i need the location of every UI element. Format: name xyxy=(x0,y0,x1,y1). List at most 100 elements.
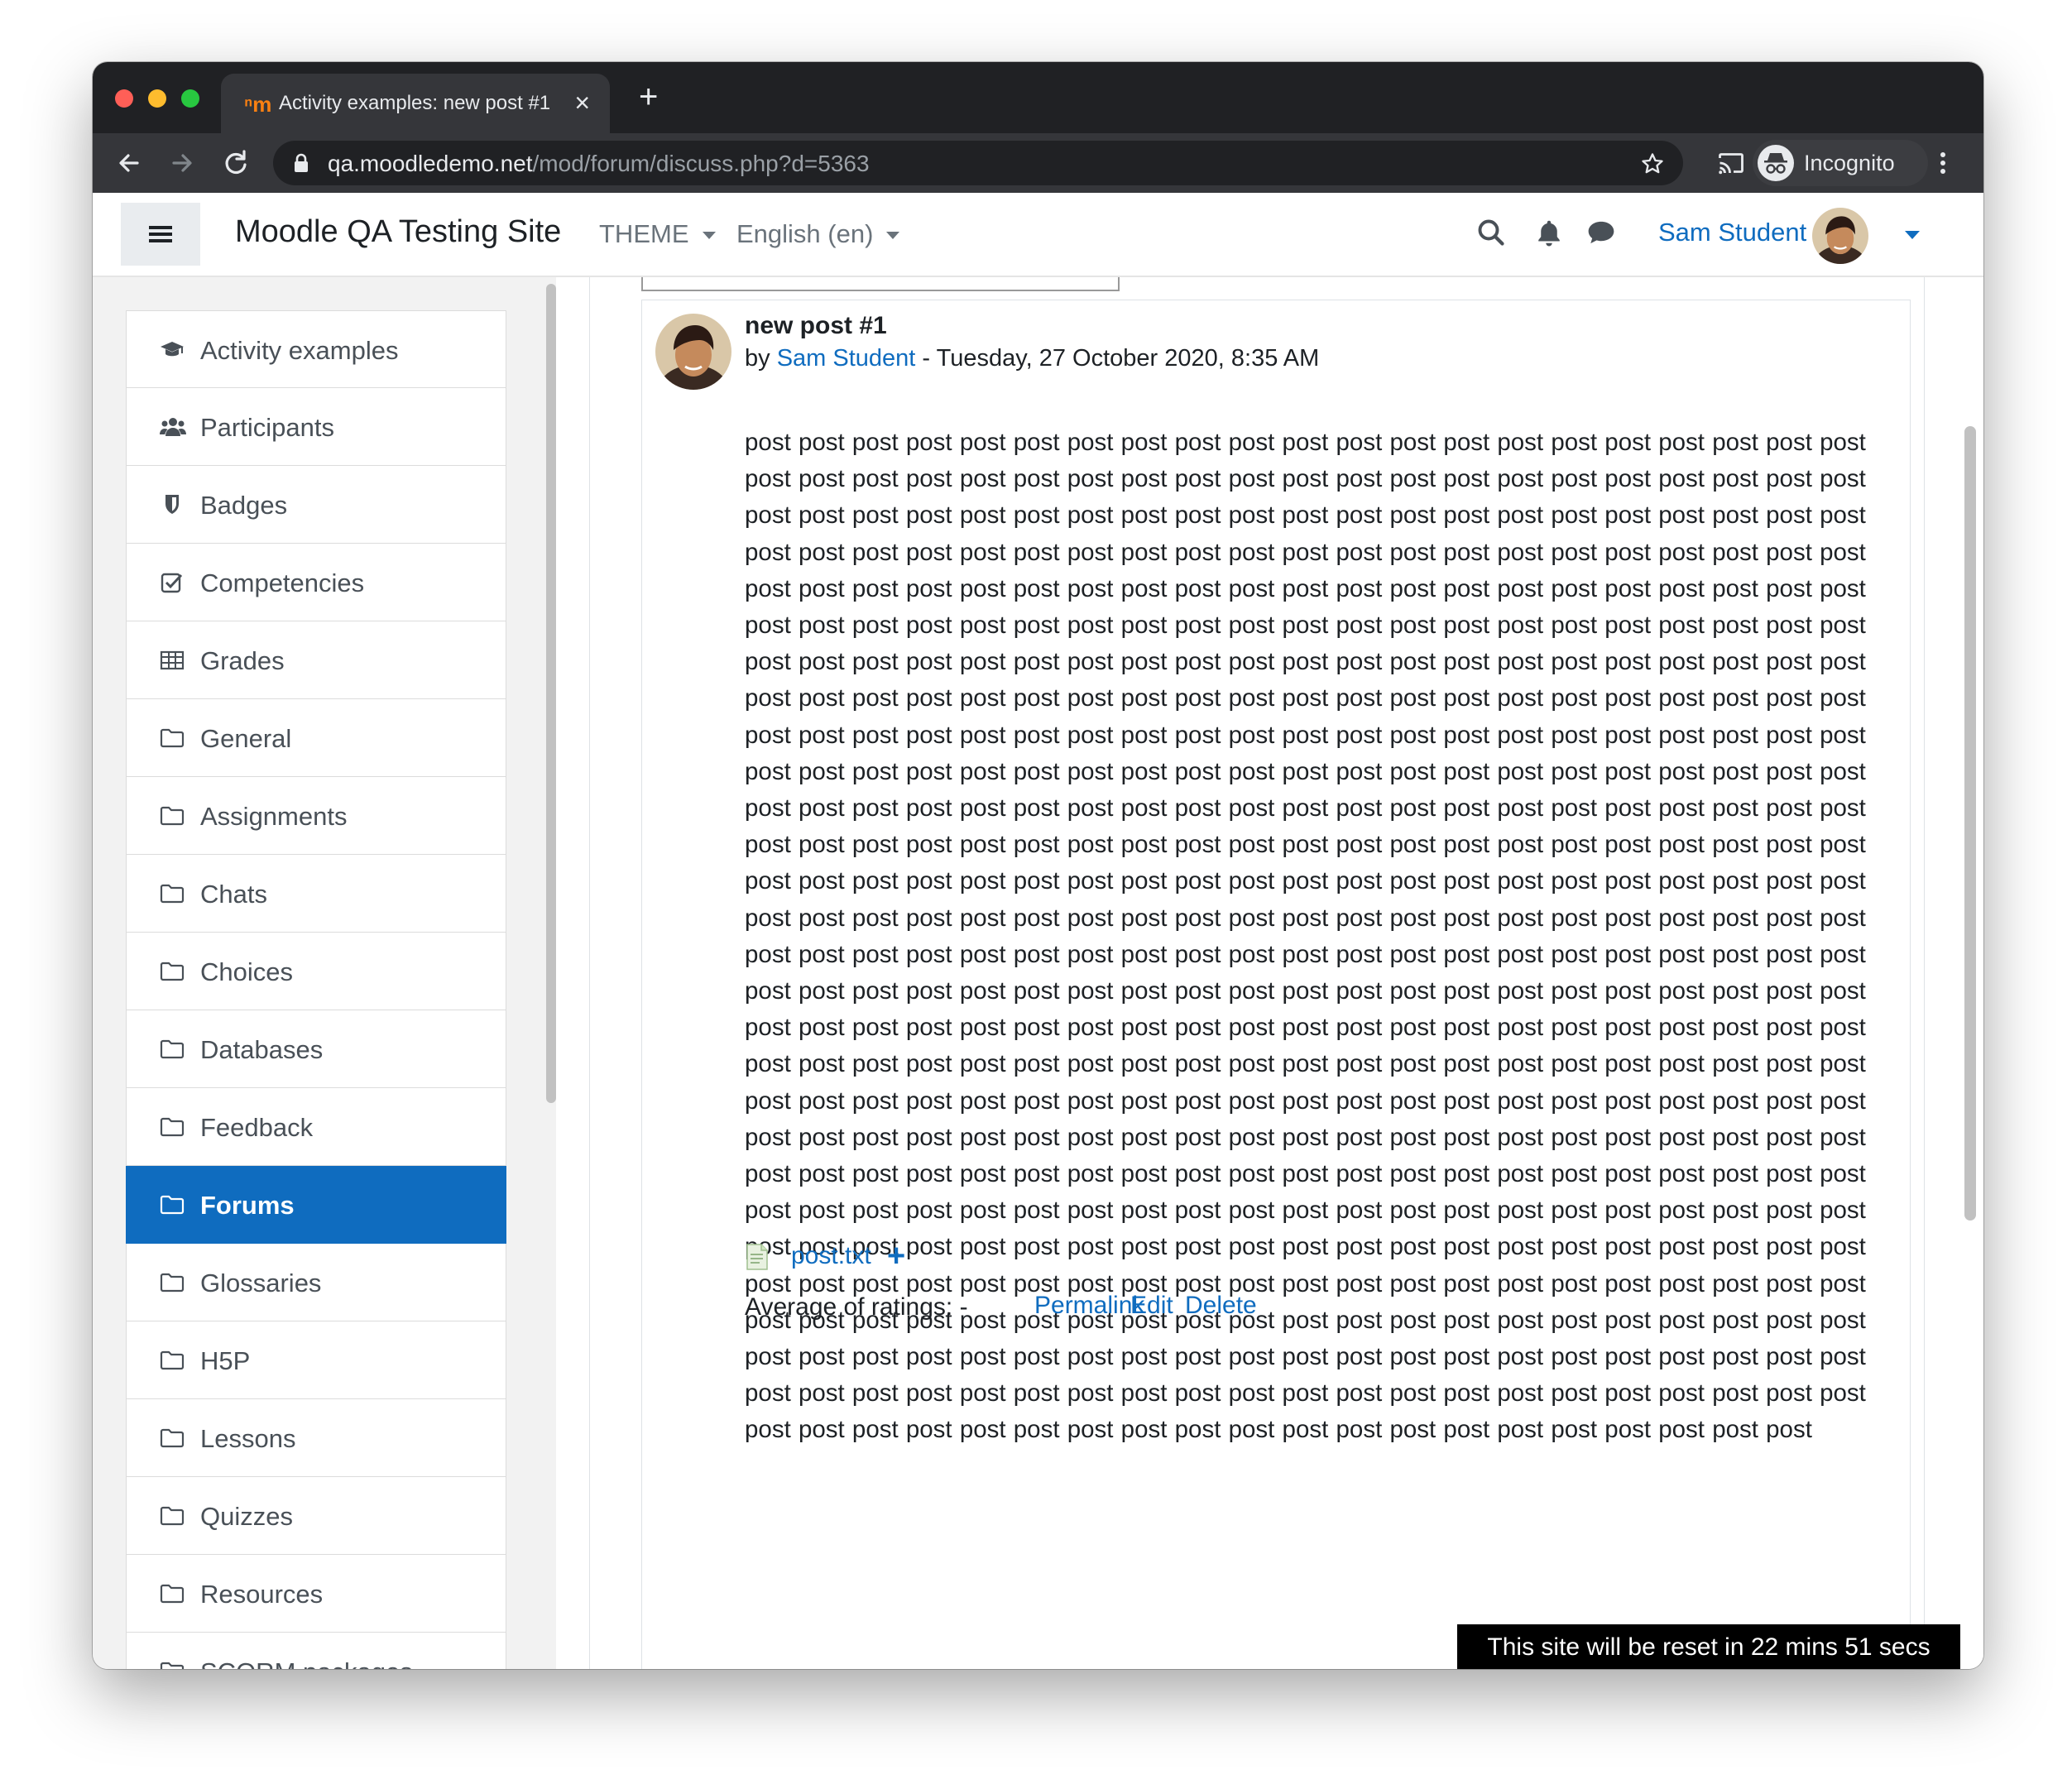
folder-icon xyxy=(160,1115,185,1139)
notification-bell-icon[interactable] xyxy=(1534,218,1564,247)
drawer-item-grades[interactable]: Grades xyxy=(126,621,506,699)
drawer-item-label: Choices xyxy=(200,957,293,986)
post-subject: new post #1 xyxy=(745,312,887,339)
text-file-icon xyxy=(746,1244,768,1270)
browser-menu-icon[interactable] xyxy=(1936,148,1950,178)
drawer-item-databases[interactable]: Databases xyxy=(126,1010,506,1088)
search-icon[interactable] xyxy=(1476,218,1506,247)
browser-toolbar: qa.moodledemo.net/mod/forum/discuss.php?… xyxy=(93,133,1983,193)
address-bar[interactable]: qa.moodledemo.net/mod/forum/discuss.php?… xyxy=(273,141,1683,185)
drawer-item-label: Lessons xyxy=(200,1424,296,1453)
drawer-item-label: Databases xyxy=(200,1035,324,1064)
discussion-card: new post #1 by Sam Student - Tuesday, 27… xyxy=(589,277,1925,1669)
user-menu-chevron-icon[interactable] xyxy=(1905,231,1920,239)
folder-icon xyxy=(160,1192,185,1217)
moodle-favicon-icon: ⁿm xyxy=(244,92,272,117)
incognito-icon xyxy=(1758,145,1794,181)
tab-close-icon[interactable]: × xyxy=(574,88,590,118)
messages-icon[interactable] xyxy=(1585,218,1617,247)
main-region: new post #1 by Sam Student - Tuesday, 27… xyxy=(571,277,1983,1669)
site-reset-banner: This site will be reset in 22 mins 51 se… xyxy=(1457,1624,1960,1669)
chevron-down-icon xyxy=(702,232,716,240)
back-arrow-icon[interactable] xyxy=(114,148,144,178)
drawer-item-lessons[interactable]: Lessons xyxy=(126,1399,506,1477)
folder-icon xyxy=(160,803,185,828)
page-scrollbar[interactable] xyxy=(1964,426,1976,1221)
hamburger-icon xyxy=(149,226,172,242)
minimize-window-button[interactable] xyxy=(148,89,166,108)
table-icon xyxy=(160,648,185,673)
author-avatar[interactable] xyxy=(655,314,731,390)
drawer-item-participants[interactable]: Participants xyxy=(126,388,506,466)
user-menu-name[interactable]: Sam Student xyxy=(1658,218,1806,247)
drawer-list: Activity examples Participants Badges Compe… xyxy=(126,310,506,1669)
drawer-item-general[interactable]: General xyxy=(126,699,506,777)
drawer-item-chats[interactable]: Chats xyxy=(126,855,506,933)
drawer-item-competencies[interactable]: Competencies xyxy=(126,544,506,621)
new-tab-icon[interactable]: + xyxy=(639,80,658,113)
folder-icon xyxy=(160,1659,185,1669)
drawer-item-activity-examples[interactable]: Activity examples xyxy=(126,310,506,388)
drawer-item-label: Assignments xyxy=(200,802,348,831)
drawer-item-scorm-packages[interactable]: SCORM packages xyxy=(126,1633,506,1669)
zoom-window-button[interactable] xyxy=(181,89,199,108)
attachment-link[interactable]: post.txt xyxy=(791,1242,871,1270)
drawer-item-resources[interactable]: Resources xyxy=(126,1555,506,1633)
drawer-toggle-button[interactable] xyxy=(121,203,200,266)
folder-icon xyxy=(160,1581,185,1606)
chevron-down-icon xyxy=(886,232,900,240)
incognito-label: Incognito xyxy=(1804,151,1895,175)
drawer-item-label: Feedback xyxy=(200,1113,314,1142)
browser-tab[interactable]: ⁿm Activity examples: new post #1 × xyxy=(221,74,610,133)
checkbox-icon xyxy=(160,570,185,595)
drawer-scrollbar[interactable] xyxy=(546,284,556,1103)
previous-element xyxy=(641,277,1120,291)
drawer-item-label: Competencies xyxy=(200,568,365,597)
drawer-item-label: Quizzes xyxy=(200,1502,293,1531)
close-window-button[interactable] xyxy=(115,89,133,108)
delete-link[interactable]: Delete xyxy=(1185,1292,1257,1320)
post-byline: by Sam Student - Tuesday, 27 October 202… xyxy=(745,345,1320,372)
shield-icon xyxy=(160,492,185,517)
drawer-item-label: H5P xyxy=(200,1346,251,1375)
folder-icon xyxy=(160,1348,185,1373)
drawer-item-forums[interactable]: Forums xyxy=(126,1166,506,1244)
url-text: qa.moodledemo.net/mod/forum/discuss.php?… xyxy=(328,151,870,176)
graduation-cap-icon xyxy=(160,338,185,362)
language-menu[interactable]: English (en) xyxy=(736,219,900,249)
cast-icon[interactable] xyxy=(1716,148,1746,178)
post-author-link[interactable]: Sam Student xyxy=(777,345,916,372)
drawer-item-badges[interactable]: Badges xyxy=(126,466,506,544)
drawer-item-label: Glossaries xyxy=(200,1269,322,1297)
tab-strip: ⁿm Activity examples: new post #1 × + xyxy=(93,62,1983,133)
users-icon xyxy=(160,415,186,439)
forum-post: new post #1 by Sam Student - Tuesday, 27… xyxy=(641,300,1911,1669)
forward-arrow-icon[interactable] xyxy=(167,148,197,178)
drawer-item-label: Participants xyxy=(200,413,334,442)
folder-icon xyxy=(160,1504,185,1528)
add-to-portfolio-icon[interactable]: + xyxy=(887,1239,905,1274)
average-ratings: Average of ratings: - xyxy=(745,1293,968,1321)
drawer-item-assignments[interactable]: Assignments xyxy=(126,777,506,855)
nav-drawer: Activity examples Participants Badges Compe… xyxy=(93,277,556,1669)
lock-icon xyxy=(295,153,308,172)
drawer-item-feedback[interactable]: Feedback xyxy=(126,1088,506,1166)
permalink-link[interactable]: Permalink xyxy=(1034,1292,1144,1320)
edit-link[interactable]: Edit xyxy=(1130,1292,1173,1320)
incognito-badge[interactable]: Incognito xyxy=(1753,140,1928,186)
folder-icon xyxy=(160,881,185,906)
drawer-item-quizzes[interactable]: Quizzes xyxy=(126,1477,506,1555)
drawer-item-glossaries[interactable]: Glossaries xyxy=(126,1244,506,1321)
reload-icon[interactable] xyxy=(220,148,250,178)
bookmark-star-icon[interactable] xyxy=(1640,151,1665,176)
drawer-item-label: SCORM packages xyxy=(200,1657,413,1669)
drawer-item-label: Resources xyxy=(200,1580,324,1609)
drawer-item-h5p[interactable]: H5P xyxy=(126,1321,506,1399)
site-name-link[interactable]: Moodle QA Testing Site xyxy=(235,214,561,250)
drawer-item-choices[interactable]: Choices xyxy=(126,933,506,1010)
drawer-item-label: Activity examples xyxy=(200,336,399,365)
folder-icon xyxy=(160,959,185,984)
user-avatar[interactable] xyxy=(1812,208,1868,264)
drawer-item-label: Chats xyxy=(200,880,267,909)
theme-menu[interactable]: THEME xyxy=(599,219,716,249)
